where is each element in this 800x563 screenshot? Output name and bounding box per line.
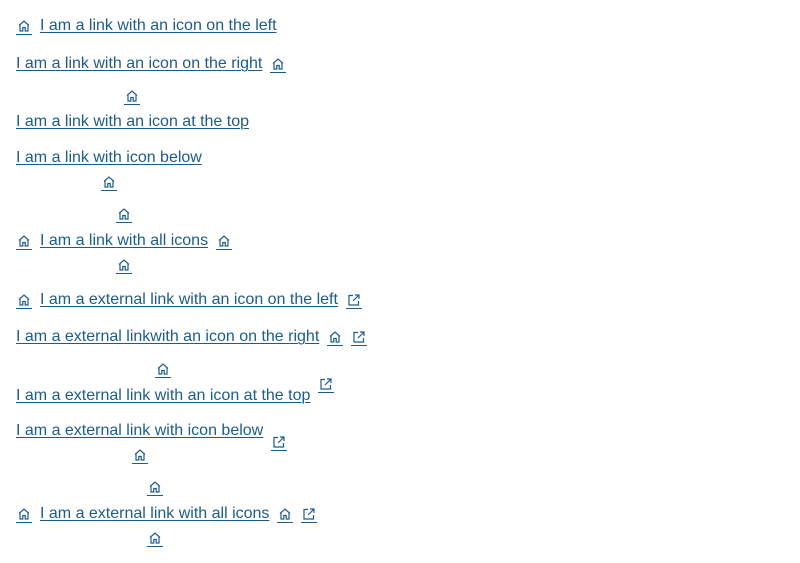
home-icon[interactable]: [116, 206, 132, 223]
home-icon[interactable]: [270, 56, 287, 73]
ext-link-all-icons[interactable]: I am a external link with all icons: [40, 505, 269, 523]
ext-link-icon-below[interactable]: I am a external link with icon below: [16, 422, 263, 440]
home-icon[interactable]: [277, 506, 294, 523]
link-icon-right-row[interactable]: I am a link with an icon on the right: [16, 54, 287, 74]
link-icon-below-row[interactable]: I am a link with icon below: [16, 148, 202, 168]
ext-link-icon-below-row[interactable]: I am a external link with icon below: [16, 421, 263, 441]
home-icon[interactable]: [216, 233, 233, 250]
home-icon[interactable]: [101, 174, 117, 191]
link-icon-below[interactable]: I am a link with icon below: [16, 149, 202, 167]
home-icon[interactable]: [155, 361, 171, 378]
external-link-icon[interactable]: [345, 292, 362, 309]
home-icon[interactable]: [132, 447, 148, 464]
link-icon-top-row[interactable]: I am a link with an icon at the top: [16, 112, 249, 132]
home-icon[interactable]: [327, 329, 344, 346]
ext-link-icon-right[interactable]: I am a external linkwith an icon on the …: [16, 328, 319, 346]
home-icon[interactable]: [116, 257, 132, 274]
home-icon[interactable]: [16, 233, 32, 250]
home-icon[interactable]: [147, 530, 163, 547]
link-all-icons[interactable]: I am a link with all icons: [40, 232, 208, 250]
external-link-icon[interactable]: [271, 434, 287, 451]
ext-link-all-icons-row[interactable]: I am a external link with all icons: [16, 504, 318, 524]
ext-link-icon-top-row[interactable]: I am a external link with an icon at the…: [16, 386, 310, 406]
ext-link-icon-right-row[interactable]: I am a external linkwith an icon on the …: [16, 327, 368, 347]
external-link-icon[interactable]: [351, 329, 368, 346]
ext-link-icon-left-row[interactable]: I am a external link with an icon on the…: [16, 290, 362, 310]
link-all-icons-row[interactable]: I am a link with all icons: [16, 231, 233, 251]
home-icon[interactable]: [16, 506, 32, 523]
ext-link-icon-left[interactable]: I am a external link with an icon on the…: [40, 291, 338, 309]
home-icon[interactable]: [16, 18, 32, 35]
link-icon-left-row[interactable]: I am a link with an icon on the left: [16, 16, 277, 36]
home-icon[interactable]: [16, 292, 32, 309]
link-icon-top[interactable]: I am a link with an icon at the top: [16, 113, 249, 131]
home-icon[interactable]: [147, 479, 163, 496]
ext-link-icon-top[interactable]: I am a external link with an icon at the…: [16, 387, 310, 405]
external-link-icon[interactable]: [318, 376, 334, 393]
home-icon[interactable]: [124, 88, 140, 105]
link-icon-left[interactable]: I am a link with an icon on the left: [40, 17, 277, 35]
link-icon-right[interactable]: I am a link with an icon on the right: [16, 55, 262, 73]
external-link-icon[interactable]: [301, 506, 318, 523]
